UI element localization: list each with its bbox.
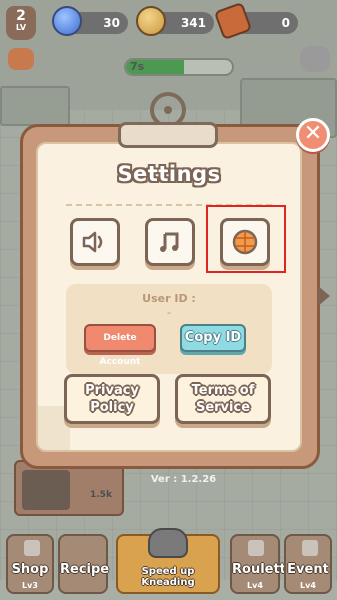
music-toggle-button[interactable] — [145, 218, 195, 266]
delete-account-button[interactable]: Delete Account — [84, 324, 156, 367]
event-label: Event — [287, 562, 329, 577]
recipe-label: Recipe — [60, 562, 110, 577]
privacy-label-2: Policy — [90, 400, 134, 415]
event-button[interactable]: Event Lv4 — [284, 534, 332, 594]
lock-icon — [24, 540, 40, 556]
bear-icon — [148, 528, 188, 558]
user-id-value: - — [167, 306, 171, 319]
terms-of-service-button[interactable]: Terms of Service — [175, 374, 271, 424]
copy-id-button[interactable]: Copy ID — [180, 324, 246, 352]
terms-label-2: Service — [195, 400, 251, 415]
event-level: Lv4 — [300, 581, 316, 590]
shop-label: Shop — [11, 562, 49, 577]
ticket-icon — [213, 1, 253, 41]
level-badge[interactable]: 2 LV — [6, 6, 36, 40]
shop-level: Lv3 — [22, 581, 38, 590]
privacy-label-1: Privacy — [85, 383, 139, 398]
roulette-level: Lv4 — [247, 581, 263, 590]
shop-button[interactable]: Shop Lv3 — [6, 534, 54, 594]
settings-title: Settings — [117, 162, 221, 186]
lock-icon — [248, 540, 264, 556]
coin-icon — [136, 6, 166, 36]
close-button[interactable]: ✕ — [296, 118, 330, 152]
roulette-label: Roulette — [232, 562, 295, 577]
lock-icon — [302, 540, 318, 556]
privacy-policy-button[interactable]: Privacy Policy — [64, 374, 160, 424]
clip-base — [118, 122, 218, 148]
resource-bar: 2 LV 30 341 0 — [0, 0, 337, 48]
highlight-box — [206, 205, 286, 273]
level-number: 2 — [16, 8, 26, 24]
progress-timer: 7s — [130, 60, 145, 73]
user-id-label: User ID : — [142, 292, 196, 305]
grey-cat-icon[interactable] — [300, 46, 330, 72]
recipe-button[interactable]: Recipe — [58, 534, 110, 594]
speaker-icon — [82, 231, 103, 253]
music-note-icon — [160, 232, 179, 252]
level-label: LV — [15, 23, 27, 32]
terms-label-1: Terms of — [191, 383, 255, 398]
version-text: Ver : 1.2.26 — [150, 474, 217, 485]
cat-icon[interactable] — [8, 48, 34, 70]
next-arrow-icon[interactable] — [318, 286, 330, 306]
sound-toggle-button[interactable] — [70, 218, 120, 266]
speedup-label: Speed up Kneading — [141, 566, 195, 588]
roulette-button[interactable]: Roulette Lv4 — [230, 534, 295, 594]
gem-icon — [52, 6, 82, 36]
